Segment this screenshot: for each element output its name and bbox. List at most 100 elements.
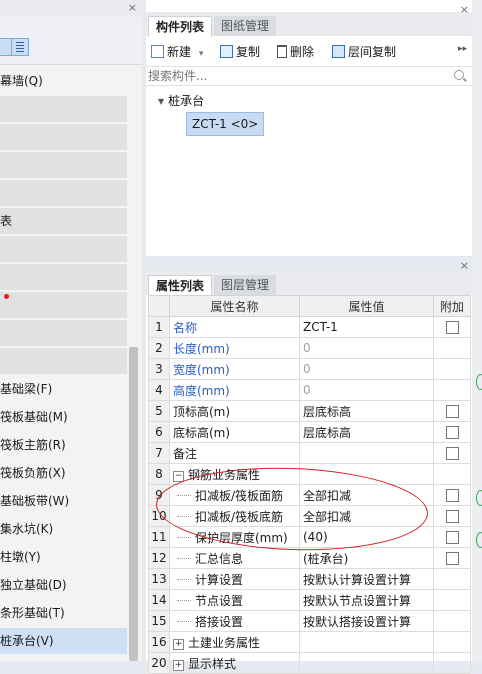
left-panel-close-button[interactable]: ×	[128, 1, 137, 14]
property-value-cell[interactable]: 全部扣减	[299, 505, 434, 527]
property-value-cell[interactable]: ZCT-1	[299, 316, 434, 338]
component-type-item[interactable]: 独立基础(D)	[0, 572, 127, 598]
new-dropdown-icon[interactable]: ▾	[199, 49, 204, 59]
row-index: 12	[148, 547, 170, 569]
property-value-cell[interactable]: 全部扣减	[299, 484, 434, 506]
component-type-item[interactable]	[0, 348, 127, 374]
additional-checkbox[interactable]	[445, 321, 459, 334]
component-type-item[interactable]	[0, 292, 127, 318]
property-value-cell[interactable]	[299, 463, 434, 485]
tree-node-zct-1[interactable]: ZCT-1 <0>	[186, 112, 265, 136]
new-button[interactable]: 新建 ▾	[151, 44, 203, 60]
additional-cell	[433, 379, 471, 401]
component-type-item[interactable]	[0, 152, 127, 178]
additional-cell	[433, 337, 471, 359]
component-type-item[interactable]	[0, 124, 127, 150]
expand-icon[interactable]: +	[173, 659, 184, 671]
property-value-cell[interactable]: (桩承台)	[299, 547, 434, 569]
property-row[interactable]: 7 备注	[148, 442, 471, 464]
property-row[interactable]: 13 计算设置 按默认计算设置计算	[148, 568, 471, 590]
row-index: 10	[148, 505, 170, 527]
component-type-item[interactable]: 幕墙(Q)	[0, 68, 127, 94]
component-type-label: 柱墩(Y)	[0, 550, 41, 564]
tab-component-list[interactable]: 构件列表	[148, 16, 213, 37]
component-type-item[interactable]	[0, 320, 127, 346]
copy-button[interactable]: 复制	[220, 44, 260, 60]
additional-checkbox[interactable]	[445, 552, 459, 565]
component-search-input[interactable]	[148, 68, 438, 83]
property-row[interactable]: 8− 钢筋业务属性	[148, 463, 471, 485]
collapse-icon[interactable]: −	[173, 470, 184, 482]
component-type-item[interactable]	[0, 180, 127, 206]
property-row[interactable]: 14 节点设置 按默认节点设置计算	[148, 589, 471, 611]
property-value-cell[interactable]: 0	[299, 358, 434, 380]
delete-label: 删除	[290, 45, 315, 59]
additional-checkbox[interactable]	[445, 531, 459, 544]
property-value-cell[interactable]: 0	[299, 337, 434, 359]
component-type-item[interactable]	[0, 264, 127, 290]
component-type-item[interactable]: 集水坑(K)	[0, 516, 127, 542]
property-row[interactable]: 6 底标高(m) 层底标高	[148, 421, 471, 443]
component-panel-close-button[interactable]: ×	[460, 3, 469, 16]
property-value-cell[interactable]: 层底标高	[299, 421, 434, 443]
component-type-item[interactable]: 筏板主筋(R)	[0, 432, 127, 458]
component-type-item[interactable]: 筏板基础(M)	[0, 404, 127, 430]
property-value-cell[interactable]: 0	[299, 379, 434, 401]
property-row[interactable]: 4 高度(mm) 0	[148, 379, 471, 401]
component-type-item[interactable]: 基础梁(F)	[0, 376, 127, 402]
edge-handle[interactable]	[476, 490, 482, 506]
collapse-arrow-icon[interactable]: ▼	[158, 97, 164, 106]
edge-handle[interactable]	[476, 374, 482, 390]
property-row[interactable]: 1 名称 ZCT-1	[148, 316, 471, 338]
property-row[interactable]: 9 扣减板/筏板面筋 全部扣减	[148, 484, 471, 506]
property-row[interactable]: 16 + 土建业务属性	[148, 631, 471, 653]
property-value-cell[interactable]: 按默认搭接设置计算	[299, 610, 434, 632]
component-type-item[interactable]: 基础板带(W)	[0, 488, 127, 514]
component-type-item[interactable]	[0, 236, 127, 262]
property-name-cell: 高度(mm)	[169, 379, 300, 401]
property-value-cell[interactable]	[299, 442, 434, 464]
component-type-item[interactable]: 筏板负筋(X)	[0, 460, 127, 486]
property-value-cell[interactable]	[299, 652, 434, 674]
component-type-item[interactable]: 表	[0, 208, 127, 234]
property-row[interactable]: 11 保护层厚度(mm) (40)	[148, 526, 471, 548]
list-view-button[interactable]	[11, 38, 29, 56]
tab-layer-management[interactable]: 图层管理	[214, 275, 277, 295]
additional-checkbox[interactable]	[445, 510, 459, 523]
property-row[interactable]: 5 顶标高(m) 层底标高	[148, 400, 471, 422]
search-icon[interactable]	[454, 70, 464, 80]
floor-copy-button[interactable]: 层间复制	[332, 44, 396, 60]
property-value-cell[interactable]	[299, 631, 434, 653]
tab-property-list[interactable]: 属性列表	[148, 275, 213, 296]
component-type-item[interactable]: 桩承台(V)	[0, 628, 127, 654]
additional-checkbox[interactable]	[445, 426, 459, 439]
column-header-property-name: 属性名称	[169, 295, 300, 317]
additional-checkbox[interactable]	[445, 405, 459, 418]
row-index: 1	[148, 316, 170, 338]
tab-drawing-management[interactable]: 图纸管理	[214, 16, 277, 36]
property-row[interactable]: 10 扣减板/筏板底筋 全部扣减	[148, 505, 471, 527]
property-value-cell[interactable]: (40)	[299, 526, 434, 548]
delete-button[interactable]: 删除	[277, 44, 314, 60]
component-type-item[interactable]: 条形基础(T)	[0, 600, 127, 626]
edge-handle[interactable]	[476, 532, 482, 548]
component-type-label: 筏板基础(M)	[0, 410, 68, 424]
toolbar-more-button[interactable]: ▸▸	[458, 44, 467, 54]
component-type-item[interactable]	[0, 96, 127, 122]
additional-cell	[433, 442, 471, 464]
additional-checkbox[interactable]	[445, 447, 459, 460]
property-value-cell[interactable]: 按默认计算设置计算	[299, 568, 434, 590]
property-row[interactable]: 12 汇总信息 (桩承台)	[148, 547, 471, 569]
property-row[interactable]: 3 宽度(mm) 0	[148, 358, 471, 380]
property-row[interactable]: 2 长度(mm) 0	[148, 337, 471, 359]
additional-checkbox[interactable]	[445, 489, 459, 502]
tree-group-pile-cap[interactable]: ▼ 桩承台	[158, 92, 204, 109]
expand-icon[interactable]: +	[173, 638, 184, 650]
property-value-cell[interactable]: 按默认节点设置计算	[299, 589, 434, 611]
left-panel-scrollbar[interactable]	[129, 347, 138, 661]
property-row[interactable]: 15 搭接设置 按默认搭接设置计算	[148, 610, 471, 632]
property-name: 顶标高(m)	[173, 404, 231, 419]
component-type-item[interactable]: 柱墩(Y)	[0, 544, 127, 570]
property-row[interactable]: 20 + 显示样式	[148, 652, 471, 674]
property-value-cell[interactable]: 层底标高	[299, 400, 434, 422]
